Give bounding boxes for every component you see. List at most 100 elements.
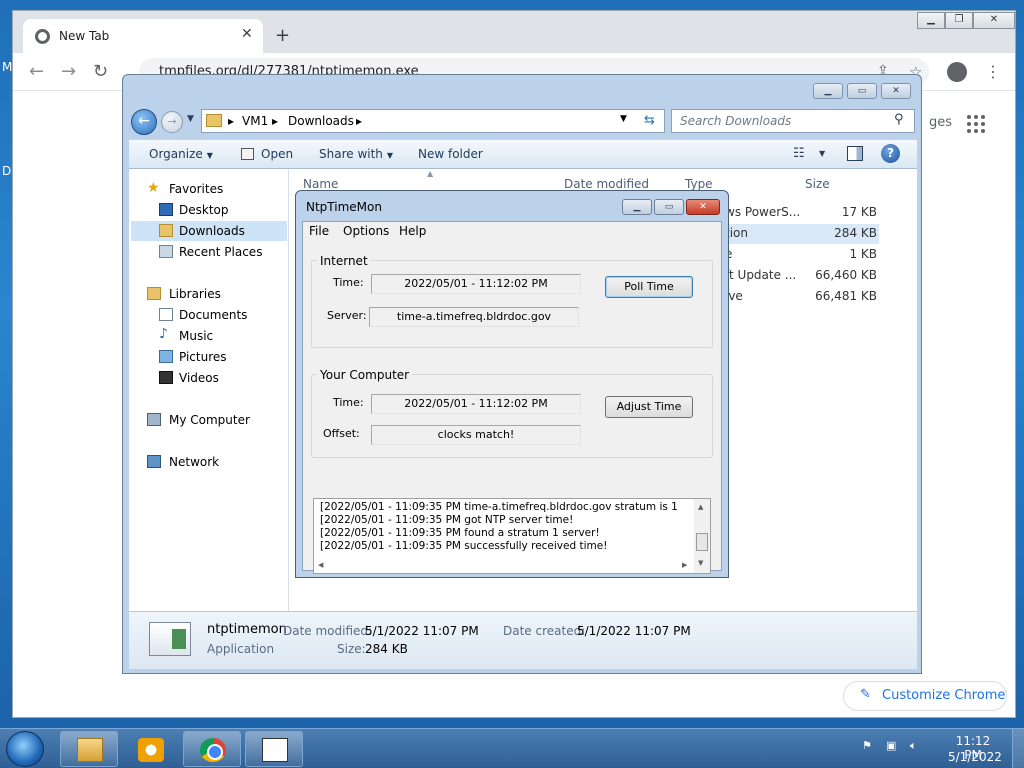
help-icon[interactable]: ? (881, 144, 900, 163)
volume-icon[interactable]: 🔈︎ (910, 739, 924, 753)
offset-label: Offset: (323, 427, 360, 440)
minimize-icon[interactable]: ▁ (813, 83, 843, 99)
breadcrumb[interactable]: ▸ VM1 ▸ Downloads ▸ ▼ ⇆ (201, 109, 665, 133)
scrollbar-thumb[interactable] (696, 533, 708, 551)
forward-arrow-icon[interactable]: → (61, 61, 76, 82)
star-icon: ★ (147, 180, 160, 196)
details-date-modified-label: Date modified: (283, 624, 373, 638)
explorer-command-bar: Organize ▼ Open Share with ▼ New folder ☷ … (129, 139, 917, 169)
scroll-left-icon[interactable]: ◀ (318, 561, 323, 569)
close-icon[interactable]: ✕ (881, 83, 911, 99)
search-icon[interactable]: ⚲ (894, 112, 904, 127)
open-button[interactable]: Open (261, 147, 293, 161)
chrome-menu-icon[interactable]: ⋮ (985, 62, 1001, 81)
google-apps-icon[interactable] (967, 115, 985, 133)
minimize-icon[interactable]: ▁ (917, 12, 945, 29)
breadcrumb-separator-icon[interactable]: ▸ (272, 114, 278, 128)
new-folder-button[interactable]: New folder (418, 147, 483, 161)
nav-item-videos[interactable]: Videos (159, 368, 299, 388)
taskbar-chrome-button[interactable] (183, 731, 241, 767)
nav-item-downloads[interactable]: Downloads (131, 221, 287, 241)
new-tab-icon[interactable]: + (275, 25, 290, 46)
vertical-scrollbar[interactable]: ▲ ▼ (694, 499, 710, 573)
network-tray-icon[interactable]: ▣ (886, 739, 900, 753)
nav-item-recent-places[interactable]: Recent Places (159, 242, 299, 262)
ntptimemon-app-icon (262, 738, 288, 762)
desktop-partial-text: M (2, 60, 13, 74)
search-input[interactable]: Search Downloads ⚲ (671, 109, 915, 133)
action-center-flag-icon[interactable]: ⚑ (862, 739, 876, 753)
file-size-cell: 66,481 KB (815, 289, 877, 303)
nav-item-my-computer[interactable]: My Computer (147, 410, 287, 430)
computer-icon (147, 413, 161, 426)
scroll-up-icon[interactable]: ▲ (698, 503, 703, 511)
menu-file[interactable]: File (309, 224, 329, 238)
chrome-icon (200, 738, 226, 762)
column-header-date-modified[interactable]: Date modified (564, 177, 649, 191)
back-icon[interactable]: ← (131, 109, 157, 135)
nav-item-favorites[interactable]: ★ Favorites (147, 179, 287, 199)
menu-help[interactable]: Help (399, 224, 426, 238)
breadcrumb-item-downloads[interactable]: Downloads (288, 114, 354, 128)
nav-item-music[interactable]: ♪ Music (159, 326, 299, 346)
nav-item-libraries[interactable]: Libraries (147, 284, 287, 304)
chrome-window-controls: ▁ ❐ ✕ (917, 12, 1015, 30)
nav-item-documents[interactable]: Documents (159, 305, 299, 325)
nav-label: Documents (179, 308, 248, 322)
menu-options[interactable]: Options (343, 224, 389, 238)
minimize-icon[interactable]: ▁ (622, 199, 652, 215)
refresh-icon[interactable]: ⇆ (644, 113, 655, 128)
breadcrumb-item-vm1[interactable]: VM1 (242, 114, 268, 128)
view-dropdown-icon[interactable]: ▼ (819, 149, 825, 158)
breadcrumb-separator-icon[interactable]: ▸ (356, 114, 362, 128)
organize-button[interactable]: Organize ▼ (149, 147, 213, 161)
pencil-icon: ✎ (860, 687, 871, 702)
list-item: [2022/05/01 - 11:09:35 PM successfully r… (320, 540, 608, 552)
adjust-time-button[interactable]: Adjust Time (605, 396, 693, 418)
chrome-tab[interactable]: New Tab ✕ (23, 19, 263, 53)
explorer-address-row: ← → ▼ ▸ VM1 ▸ Downloads ▸ ▼ ⇆ Search Dow… (129, 109, 917, 135)
taskbar-media-player-button[interactable] (121, 731, 179, 767)
file-size-cell: 1 KB (849, 247, 877, 261)
libraries-icon (147, 287, 161, 300)
history-dropdown-icon[interactable]: ▼ (187, 114, 194, 124)
view-options-icon[interactable]: ☷ (793, 146, 805, 161)
close-icon[interactable]: ✕ (973, 12, 1015, 29)
reload-icon[interactable]: ↻ (93, 61, 108, 82)
taskbar-explorer-button[interactable] (60, 731, 118, 767)
file-type-cell: ft Update ... (725, 268, 797, 282)
scroll-down-icon[interactable]: ▼ (698, 559, 703, 567)
restore-icon[interactable]: ❐ (945, 12, 973, 29)
back-arrow-icon[interactable]: ← (29, 61, 44, 82)
close-icon[interactable]: ✕ (686, 199, 720, 215)
nav-label: Libraries (169, 287, 221, 301)
customize-chrome-button[interactable]: ✎ Customize Chrome (843, 681, 1007, 711)
taskbar-ntptimemon-button[interactable] (245, 731, 303, 767)
breadcrumb-separator-icon[interactable]: ▸ (228, 114, 234, 128)
pictures-icon (159, 350, 173, 363)
preview-pane-icon[interactable] (847, 146, 863, 161)
horizontal-scrollbar[interactable]: ◀ ▶ (314, 559, 694, 573)
scroll-right-icon[interactable]: ▶ (682, 561, 687, 569)
column-header-size[interactable]: Size (805, 177, 830, 191)
maximize-icon[interactable]: ▭ (847, 83, 877, 99)
column-header-type[interactable]: Type (685, 177, 713, 191)
forward-icon[interactable]: → (161, 111, 183, 133)
log-listbox[interactable]: [2022/05/01 - 11:09:35 PM time-a.timefre… (313, 498, 711, 574)
close-tab-icon[interactable]: ✕ (241, 26, 253, 42)
nav-item-pictures[interactable]: Pictures (159, 347, 299, 367)
show-desktop-button[interactable] (1012, 729, 1024, 768)
maximize-icon[interactable]: ▭ (654, 199, 684, 215)
address-dropdown-icon[interactable]: ▼ (620, 114, 627, 124)
downloads-folder-icon (159, 224, 173, 237)
share-with-button[interactable]: Share with ▼ (319, 147, 393, 161)
poll-time-button[interactable]: Poll Time (605, 276, 693, 298)
profile-avatar-icon[interactable] (947, 62, 967, 82)
nav-item-network[interactable]: Network (147, 452, 287, 472)
nav-item-desktop[interactable]: Desktop (159, 200, 299, 220)
start-button[interactable] (6, 731, 44, 767)
clock-date[interactable]: 5/1/2022 (948, 750, 1002, 764)
open-icon (241, 148, 254, 160)
file-size-cell: 66,460 KB (815, 268, 877, 282)
column-header-name[interactable]: Name (303, 177, 338, 191)
